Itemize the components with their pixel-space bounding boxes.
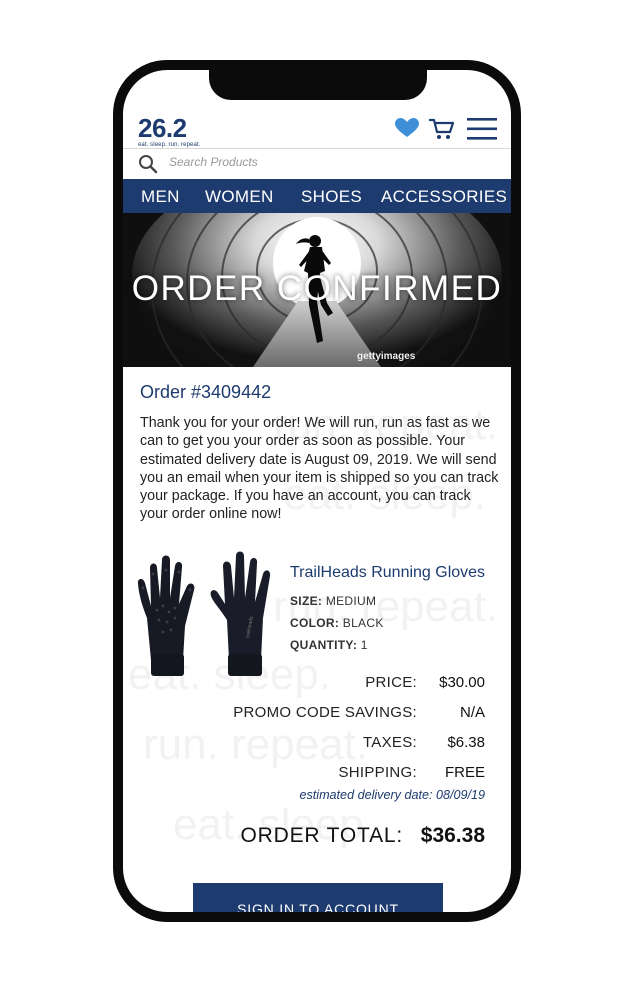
order-number: Order #3409442 bbox=[140, 382, 272, 402]
price-value: $30.00 bbox=[439, 674, 485, 691]
hamburger-menu-icon[interactable] bbox=[467, 118, 497, 140]
product-name[interactable]: TrailHeads Running Gloves bbox=[290, 564, 485, 582]
phone-notch bbox=[209, 70, 427, 100]
logo-number: 26.2 bbox=[138, 113, 187, 143]
quantity-value: 1 bbox=[360, 638, 368, 652]
product-image-gloves[interactable]: trailheads bbox=[137, 548, 279, 678]
phone-screen: run. repeat. eat. sleep. run. repeat. ea… bbox=[123, 70, 511, 912]
image-credit: gettyimages bbox=[357, 351, 416, 362]
search-bar bbox=[123, 148, 511, 180]
heart-icon[interactable] bbox=[395, 118, 419, 138]
nav-item-men[interactable]: MEN bbox=[141, 187, 180, 207]
product-color: COLOR: BLACK bbox=[290, 616, 384, 630]
cart-icon[interactable] bbox=[429, 117, 455, 141]
sign-in-button[interactable]: SIGN IN TO ACCOUNT bbox=[193, 883, 443, 912]
shipping-label: SHIPPING: bbox=[338, 764, 417, 781]
phone-frame: run. repeat. eat. sleep. run. repeat. ea… bbox=[113, 60, 521, 922]
estimated-delivery: estimated delivery date: 08/09/19 bbox=[299, 788, 485, 802]
product-size: SIZE: MEDIUM bbox=[290, 594, 376, 608]
search-input[interactable] bbox=[169, 155, 469, 169]
price-label: PRICE: bbox=[365, 674, 417, 691]
size-label: SIZE: bbox=[290, 594, 323, 608]
nav-item-shoes[interactable]: SHOES bbox=[301, 187, 362, 207]
size-value: MEDIUM bbox=[325, 594, 377, 608]
taxes-value: $6.38 bbox=[447, 734, 485, 751]
taxes-label: TAXES: bbox=[362, 734, 417, 751]
order-total-value: $36.38 bbox=[420, 824, 485, 847]
color-value: BLACK bbox=[342, 616, 384, 630]
color-label: COLOR: bbox=[290, 616, 340, 630]
shipping-value: FREE bbox=[444, 764, 485, 781]
nav-item-accessories[interactable]: ACCESSORIES bbox=[381, 187, 507, 207]
order-confirmation-page: run. repeat. eat. sleep. run. repeat. ea… bbox=[123, 70, 511, 912]
nav-item-women[interactable]: WOMEN bbox=[205, 187, 274, 207]
category-nav: MEN WOMEN SHOES ACCESSORIES bbox=[123, 179, 511, 213]
quantity-label: QUANTITY: bbox=[290, 638, 358, 652]
hero-title: ORDER CONFIRMED bbox=[131, 269, 503, 308]
hero-banner: ORDER CONFIRMED gettyimages bbox=[123, 213, 511, 367]
watermark-text: run. repeat. bbox=[143, 720, 369, 769]
search-icon[interactable] bbox=[138, 154, 158, 174]
confirmation-message: Thank you for your order! We will run, r… bbox=[140, 415, 499, 523]
order-total-label: ORDER TOTAL: bbox=[240, 824, 403, 847]
promo-value: N/A bbox=[459, 704, 485, 721]
product-quantity: QUANTITY: 1 bbox=[290, 638, 368, 652]
promo-label: PROMO CODE SAVINGS: bbox=[233, 704, 417, 721]
brand-logo[interactable]: 26.2 eat. sleep. run. repeat. bbox=[138, 115, 200, 148]
